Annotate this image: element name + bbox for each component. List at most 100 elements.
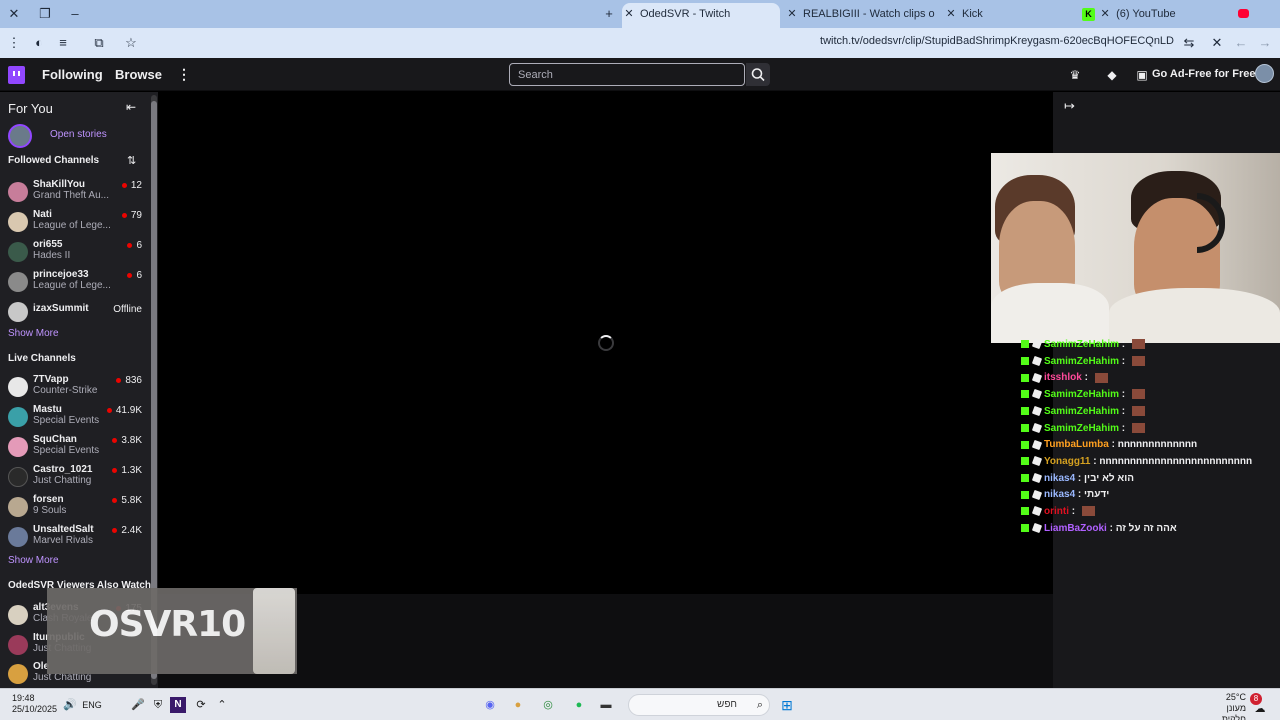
chat-message: SamimZeHahim : — [1021, 389, 1145, 400]
show-more-live[interactable]: Show More — [8, 555, 59, 566]
chat-username[interactable]: SamimZeHahim — [1044, 356, 1119, 367]
minimize-window-icon[interactable]: – — [66, 5, 84, 23]
extensions-icon[interactable]: ≡ — [54, 34, 72, 52]
close-window-icon[interactable]: ✕ — [5, 5, 23, 23]
clock[interactable]: 19:48 25/10/2025 — [12, 693, 57, 715]
close-tab-icon[interactable]: ✕ — [1098, 3, 1112, 25]
user-avatar[interactable] — [1255, 64, 1274, 83]
chat-username[interactable]: TumbaLumba — [1044, 439, 1109, 450]
avatar — [8, 377, 28, 397]
menu-icon[interactable]: ⋮ — [5, 34, 23, 52]
open-stories-link[interactable]: Open stories — [50, 129, 107, 140]
taskbar-search-input[interactable]: חפש — [628, 694, 770, 716]
sidebar-item-shakillyou[interactable]: ShaKillYou Grand Theft Au... 12 — [0, 178, 148, 206]
chat-username[interactable]: itsshlok — [1044, 372, 1082, 383]
search-button[interactable] — [746, 63, 770, 86]
close-tab-icon[interactable]: ✕ — [944, 3, 958, 25]
close-tab-icon[interactable]: ✕ — [785, 3, 799, 25]
bookmark-star-icon[interactable]: ☆ — [122, 34, 140, 52]
kick-badge-icon — [1021, 440, 1029, 449]
sword-badge-icon — [1031, 355, 1043, 367]
following-link[interactable]: Following — [42, 67, 103, 82]
emote-icon — [1131, 422, 1145, 433]
file-explorer-icon[interactable]: ▬ — [598, 697, 614, 713]
profile-icon[interactable]: ◐ — [30, 34, 48, 52]
chat-username[interactable]: LiamBaZooki — [1044, 523, 1107, 534]
show-more-followed[interactable]: Show More — [8, 328, 59, 339]
chrome-icon[interactable]: ◎ — [540, 697, 556, 713]
chat-username[interactable]: SamimZeHahim — [1044, 339, 1119, 350]
stop-icon[interactable]: ✕ — [1208, 34, 1226, 52]
share-icon[interactable]: ⧉ — [90, 34, 108, 52]
collapse-chat-icon[interactable]: ↦ — [1064, 98, 1075, 114]
chat-text: אהה זה על זה — [1115, 522, 1177, 534]
go-ad-free-button[interactable]: Go Ad-Free for Free — [1152, 68, 1256, 80]
kick-badge-icon — [1021, 407, 1029, 416]
microphone-icon[interactable]: 🎤 — [130, 697, 146, 713]
sidebar-item-nati[interactable]: Nati League of Lege... 79 — [0, 208, 148, 236]
twitch-logo-icon[interactable] — [8, 66, 25, 84]
bits-icon[interactable]: ◆ — [1104, 67, 1120, 83]
avatar — [8, 212, 28, 232]
sidebar-item-unsaltedsalt[interactable]: UnsaltedSalt Marvel Rivals 2.4K — [0, 523, 148, 551]
sidebar-item-squchan[interactable]: SquChan Special Events 3.8K — [0, 433, 148, 461]
back-icon[interactable]: → — [1256, 34, 1274, 52]
person-left-shirt — [991, 283, 1109, 343]
sort-icon[interactable]: ⇅ — [127, 154, 136, 167]
sidebar-item-mastu[interactable]: Mastu Special Events 41.9K — [0, 403, 148, 431]
kick-icon: K — [1082, 7, 1095, 21]
close-tab-icon[interactable]: ✕ — [622, 3, 636, 25]
app-n-icon[interactable]: N — [170, 697, 186, 713]
search-input[interactable]: Search — [509, 63, 745, 86]
emote-icon — [1131, 406, 1145, 417]
windows-start-icon[interactable]: ⊞ — [779, 697, 795, 713]
promo-code: OSVR10 — [89, 604, 246, 645]
person-right-shirt — [1109, 288, 1280, 343]
sidebar-item-ori655[interactable]: ori655 Hades II 6 — [0, 238, 148, 266]
sidebar-item-7tvapp[interactable]: 7TVapp Counter-Strike 836 — [0, 373, 148, 401]
weather-widget[interactable]: 25°C מעונן חלקית — [1202, 692, 1246, 720]
app-icon[interactable]: ● — [510, 697, 526, 713]
forward-icon[interactable]: ← — [1232, 34, 1250, 52]
promo-overlay[interactable]: OSVR10 — [47, 588, 297, 674]
browse-link[interactable]: Browse — [115, 67, 162, 82]
sidebar-item-forsen[interactable]: forsen 9 Souls 5.8K — [0, 493, 148, 521]
tab-odedsvr-twitch[interactable]: ✕ OdedSVR - Twitch — [622, 3, 780, 28]
tab-youtube[interactable]: K ✕ (6) YouTube — [1078, 3, 1253, 28]
restore-window-icon[interactable]: ❐ — [36, 5, 54, 23]
chat-message: SamimZeHahim : — [1021, 406, 1145, 417]
sword-badge-icon — [1031, 372, 1043, 383]
volume-icon[interactable]: 🔊 — [62, 697, 78, 713]
sidebar-item-princejoe33[interactable]: princejoe33 League of Lege... 6 — [0, 268, 148, 296]
chevron-up-icon[interactable]: ⌃ — [214, 697, 230, 713]
chat-username[interactable]: orinti — [1044, 506, 1069, 517]
spotify-icon[interactable]: ● — [571, 697, 587, 713]
sword-badge-icon — [1031, 439, 1043, 450]
more-options-icon[interactable]: ⋮ — [177, 66, 191, 83]
chat-username[interactable]: SamimZeHahim — [1044, 406, 1119, 417]
loading-spinner-icon — [598, 335, 614, 351]
chat-username[interactable]: nikas4 — [1044, 473, 1075, 484]
tab-kick[interactable]: ✕ Kick — [944, 3, 1074, 28]
chat-username[interactable]: nikas4 — [1044, 489, 1075, 500]
chat-username[interactable]: Yonagg11 — [1044, 456, 1091, 467]
collapse-sidebar-icon[interactable]: ⇤ — [126, 100, 136, 114]
chat-username[interactable]: SamimZeHahim — [1044, 389, 1119, 400]
chat-username[interactable]: SamimZeHahim — [1044, 423, 1119, 434]
kick-badge-icon — [1021, 457, 1029, 466]
prime-crown-icon[interactable]: ♛ — [1067, 67, 1083, 83]
defender-icon[interactable]: ⛨ — [150, 697, 166, 713]
ad-free-icon: ▣ — [1136, 68, 1148, 82]
discord-icon[interactable]: ◉ — [482, 697, 498, 713]
sidebar-item-izaxsummit[interactable]: izaxSummit Offline — [0, 298, 148, 326]
url-field[interactable]: twitch.tv/odedsvr/clip/StupidBadShrimpKr… — [820, 35, 1174, 47]
tab-realbigiii-kick[interactable]: ✕REALBIGIII - Watch clips on KickK — [785, 3, 935, 28]
translate-icon[interactable]: ⇆ — [1180, 34, 1198, 52]
sync-icon[interactable]: ⟳ — [193, 697, 209, 713]
language-indicator[interactable]: ENG — [80, 697, 104, 713]
chat-text: nnnnnnnnnnnnn — [1117, 439, 1198, 451]
new-tab-icon[interactable]: + — [600, 5, 618, 23]
sidebar-item-castro1021[interactable]: Castro_1021 Just Chatting 1.3K — [0, 463, 148, 491]
stories-avatar[interactable] — [8, 124, 32, 148]
emote-icon — [1081, 506, 1095, 517]
